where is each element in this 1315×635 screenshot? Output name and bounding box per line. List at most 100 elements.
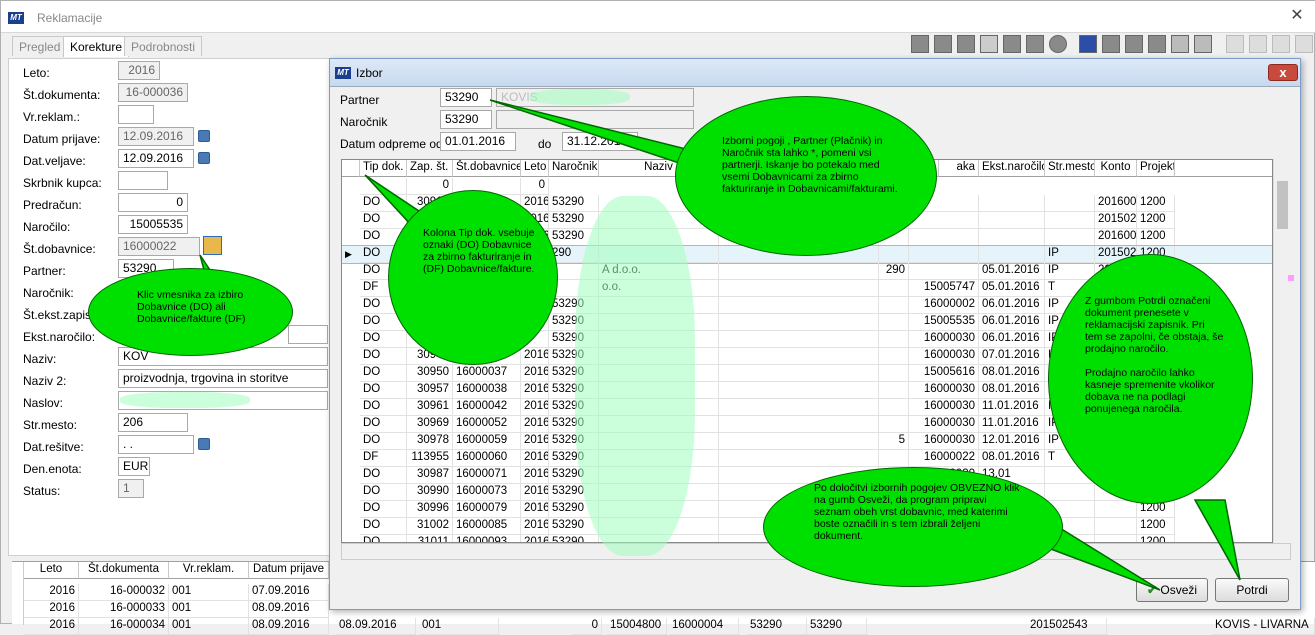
dialog-title: Izbor [356, 66, 383, 80]
osvezi-button[interactable]: ✔ Osveži [1136, 578, 1208, 602]
scrollbar-thumb[interactable] [1277, 181, 1288, 229]
datvelj-label: Dat.veljave: [23, 154, 86, 168]
col-stdob[interactable]: Št.dobavnice [453, 160, 521, 177]
vrrek-field[interactable] [118, 105, 154, 124]
skrbnik-field[interactable] [118, 171, 168, 190]
print-icon[interactable] [1125, 35, 1143, 53]
close-icon[interactable]: ✕ [1284, 7, 1310, 25]
folder-icon[interactable] [1102, 35, 1120, 53]
datum-do-input[interactable]: 31.12.2016 [562, 132, 638, 151]
table-cell [719, 433, 879, 450]
table-cell: 16000042 [453, 399, 521, 416]
status-field[interactable]: 1 [118, 479, 144, 498]
col-zapst[interactable]: Zap. št. [407, 160, 453, 177]
col-leto[interactable]: Leto [521, 160, 549, 177]
narocilo-field[interactable]: 15005535 [118, 215, 188, 234]
filter-icon[interactable] [1171, 35, 1189, 53]
narocnik-label: Naročnik [340, 115, 388, 129]
col-leto[interactable]: Leto [24, 562, 79, 579]
col-datprij[interactable]: Datum prijave [249, 562, 329, 579]
table-cell: 290 [879, 263, 909, 280]
strmesto-field[interactable]: 206 [118, 413, 188, 432]
cell: 2016 [24, 584, 79, 601]
table-cell [719, 331, 879, 348]
predracun-field[interactable]: 0 [118, 193, 188, 212]
save-icon[interactable] [1079, 35, 1097, 53]
filter-cell[interactable] [360, 178, 407, 195]
window-title: Reklamacije [37, 11, 103, 25]
col-vrrek[interactable]: Vr.reklam. [169, 562, 249, 579]
table-cell: 30996 [407, 501, 453, 518]
table-cell: DO [360, 212, 407, 229]
col-tipdok[interactable]: Tip dok. [360, 160, 407, 177]
col-narocnik[interactable]: Naročnik [549, 160, 599, 177]
app-logo-icon: MT [335, 67, 351, 79]
first-record-icon[interactable] [1226, 35, 1244, 53]
col-stdok[interactable]: Št.dokumenta [79, 562, 169, 579]
leto-field[interactable]: 2016 [118, 61, 160, 80]
toolbar-icon-5[interactable] [1003, 35, 1021, 53]
potrdi-button[interactable]: Potrdi [1215, 578, 1289, 602]
datum-od-input[interactable]: 01.01.2016 [440, 132, 516, 151]
tab-podrobnosti[interactable]: Podrobnosti [124, 36, 203, 56]
ekstnar-field[interactable] [288, 325, 328, 344]
table-cell [719, 314, 879, 331]
calendar-icon[interactable] [198, 438, 210, 450]
col-konto[interactable]: Konto [1095, 160, 1137, 177]
folder-open-icon[interactable] [203, 236, 222, 255]
naziv2-field[interactable]: proizvodnja, trgovina in storitve [118, 369, 328, 388]
table-cell: 16000073 [453, 484, 521, 501]
table-cell [879, 416, 909, 433]
table-cell: 16000093 [453, 535, 521, 542]
col-strmesto[interactable]: Str.mesto [1045, 160, 1095, 177]
table-cell: 15005747 [909, 280, 979, 297]
search-icon[interactable] [1148, 35, 1166, 53]
table-cell: 16000052 [453, 416, 521, 433]
toolbar-icon-7[interactable] [1049, 35, 1067, 53]
dialog-close-button[interactable]: x [1268, 64, 1298, 81]
toolbar-icon-6[interactable] [1026, 35, 1044, 53]
tools-icon[interactable] [1194, 35, 1212, 53]
table-cell [719, 382, 879, 399]
table-cell: 2016 [521, 484, 549, 501]
toolbar-icon-1[interactable] [911, 35, 929, 53]
col-projekt[interactable]: Projekt [1137, 160, 1175, 177]
partner-input[interactable]: 53290 [440, 88, 492, 107]
table-cell: 16000079 [453, 501, 521, 518]
calendar-icon[interactable] [198, 130, 210, 142]
table-cell [719, 416, 879, 433]
table-cell [719, 450, 879, 467]
table-cell: 05.01.2016 [979, 263, 1045, 280]
attach-icon[interactable] [980, 35, 998, 53]
calendar-icon[interactable] [198, 152, 210, 164]
col-aka[interactable]: aka [939, 160, 979, 177]
prev-record-icon[interactable] [1249, 35, 1267, 53]
table-cell: 53290 [549, 195, 599, 212]
denenota-field[interactable]: EUR [118, 457, 150, 476]
last-record-icon[interactable] [1295, 35, 1313, 53]
row-pointer-icon: ▶ [345, 249, 352, 259]
filter-cell[interactable]: 0 [407, 178, 453, 195]
stdok-field[interactable]: 16-000036 [118, 83, 188, 102]
toolbar-icon-2[interactable] [934, 35, 952, 53]
filter-cell[interactable]: 0 [521, 178, 549, 195]
table-scrollbar[interactable] [1273, 159, 1290, 543]
table-cell: DO [360, 518, 407, 535]
datresitve-field[interactable]: . . [118, 435, 194, 454]
table-cell [879, 365, 909, 382]
status-label: Status: [23, 484, 61, 498]
stdob-field[interactable]: 16000022 [118, 237, 200, 256]
table-cell: 15005616 [909, 365, 979, 382]
datprij-field[interactable]: 12.09.2016 [118, 127, 194, 146]
title-bar: MT Reklamacije ✕ [1, 1, 1315, 33]
narocnik-input[interactable]: 53290 [440, 110, 492, 129]
tab-korekture[interactable]: Korekture [63, 36, 130, 57]
table-cell [909, 263, 979, 280]
tab-pregled[interactable]: Pregled [12, 36, 68, 56]
next-record-icon[interactable] [1272, 35, 1290, 53]
col-ekstnar[interactable]: Ekst.naročilo [979, 160, 1045, 177]
partner-label: Partner [340, 93, 380, 107]
toolbar-icon-3[interactable] [957, 35, 975, 53]
datvelj-field[interactable]: 12.09.2016 [118, 149, 194, 168]
table-cell: 30978 [407, 433, 453, 450]
